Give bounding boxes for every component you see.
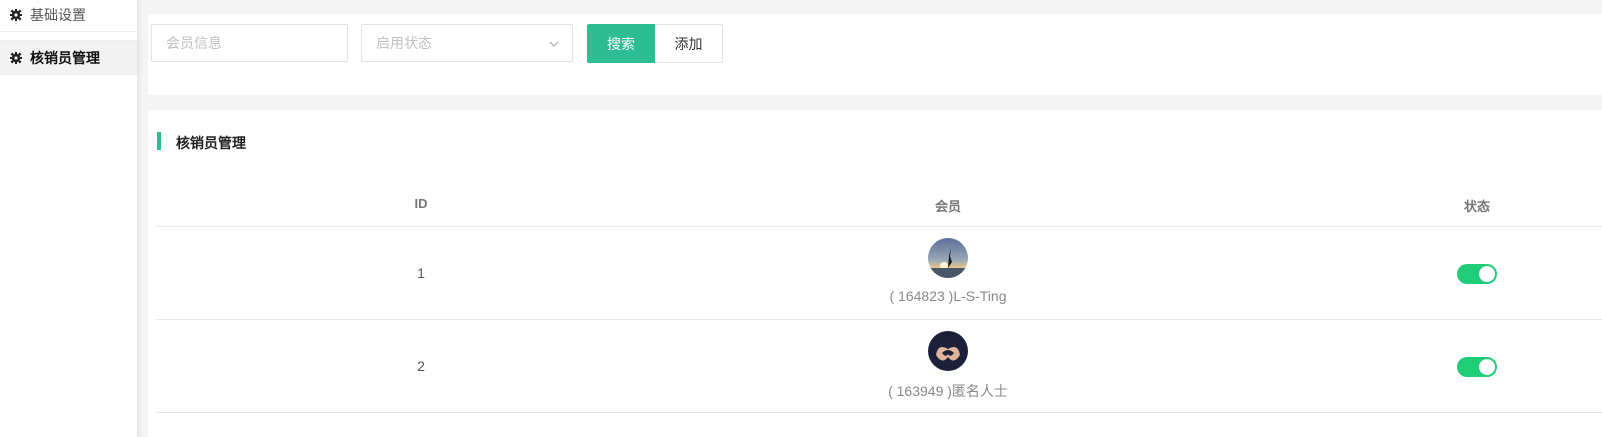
column-header-member: 会员	[934, 199, 962, 214]
member-name: ( 164823 )L-S-Ting	[889, 288, 1007, 304]
search-button[interactable]: 搜索	[587, 24, 655, 63]
row-id: 2	[417, 358, 425, 374]
column-header-id: ID	[414, 196, 428, 211]
list-panel: 核销员管理 ID 会员 状态 1 (164823)L-S-Ting 2 (…	[148, 110, 1602, 437]
staff-table: ID 会员 状态 1 (164823)L-S-Ting 2 (163949…	[157, 183, 1602, 413]
member-info-placeholder: 会员信息	[166, 35, 222, 51]
gear-icon	[10, 51, 22, 64]
sidebar-item-label: 核销员管理	[30, 49, 100, 66]
status-select-placeholder: 启用状态	[376, 35, 432, 51]
sidebar-item-label: 基础设置	[30, 6, 86, 23]
table-row: 1 ( 164823)L-S-Ting	[157, 227, 1602, 320]
section-title-text: 核销员管理	[176, 135, 246, 151]
add-button[interactable]: 添加	[655, 24, 723, 63]
status-select[interactable]: 启用状态	[361, 24, 573, 62]
row-id: 1	[417, 265, 425, 281]
toggle-knob	[1479, 359, 1495, 375]
avatar	[928, 331, 968, 371]
table-row: 2 ( 163949 )匿名人士	[157, 320, 1602, 413]
member-info-input[interactable]: 会员信息	[151, 24, 348, 62]
table-header: ID 会员 状态	[157, 183, 1602, 227]
chevron-down-icon	[548, 37, 560, 49]
section-title: 核销员管理	[157, 132, 246, 151]
status-toggle[interactable]	[1457, 357, 1497, 377]
sidebar: 基础设置 核销员管理	[0, 0, 138, 437]
toggle-knob	[1479, 266, 1495, 282]
avatar	[928, 238, 968, 278]
status-toggle[interactable]	[1457, 264, 1497, 284]
gear-icon	[10, 8, 22, 21]
member-name: ( 163949 )匿名人士	[888, 383, 1008, 399]
column-header-status: 状态	[1463, 199, 1491, 214]
sidebar-item-basic-settings[interactable]: 基础设置	[0, 0, 137, 32]
sidebar-item-writeoff-staff[interactable]: 核销员管理	[0, 40, 137, 75]
search-panel: 会员信息 启用状态 搜索 添加	[148, 14, 1602, 95]
title-accent-bar	[157, 132, 161, 150]
